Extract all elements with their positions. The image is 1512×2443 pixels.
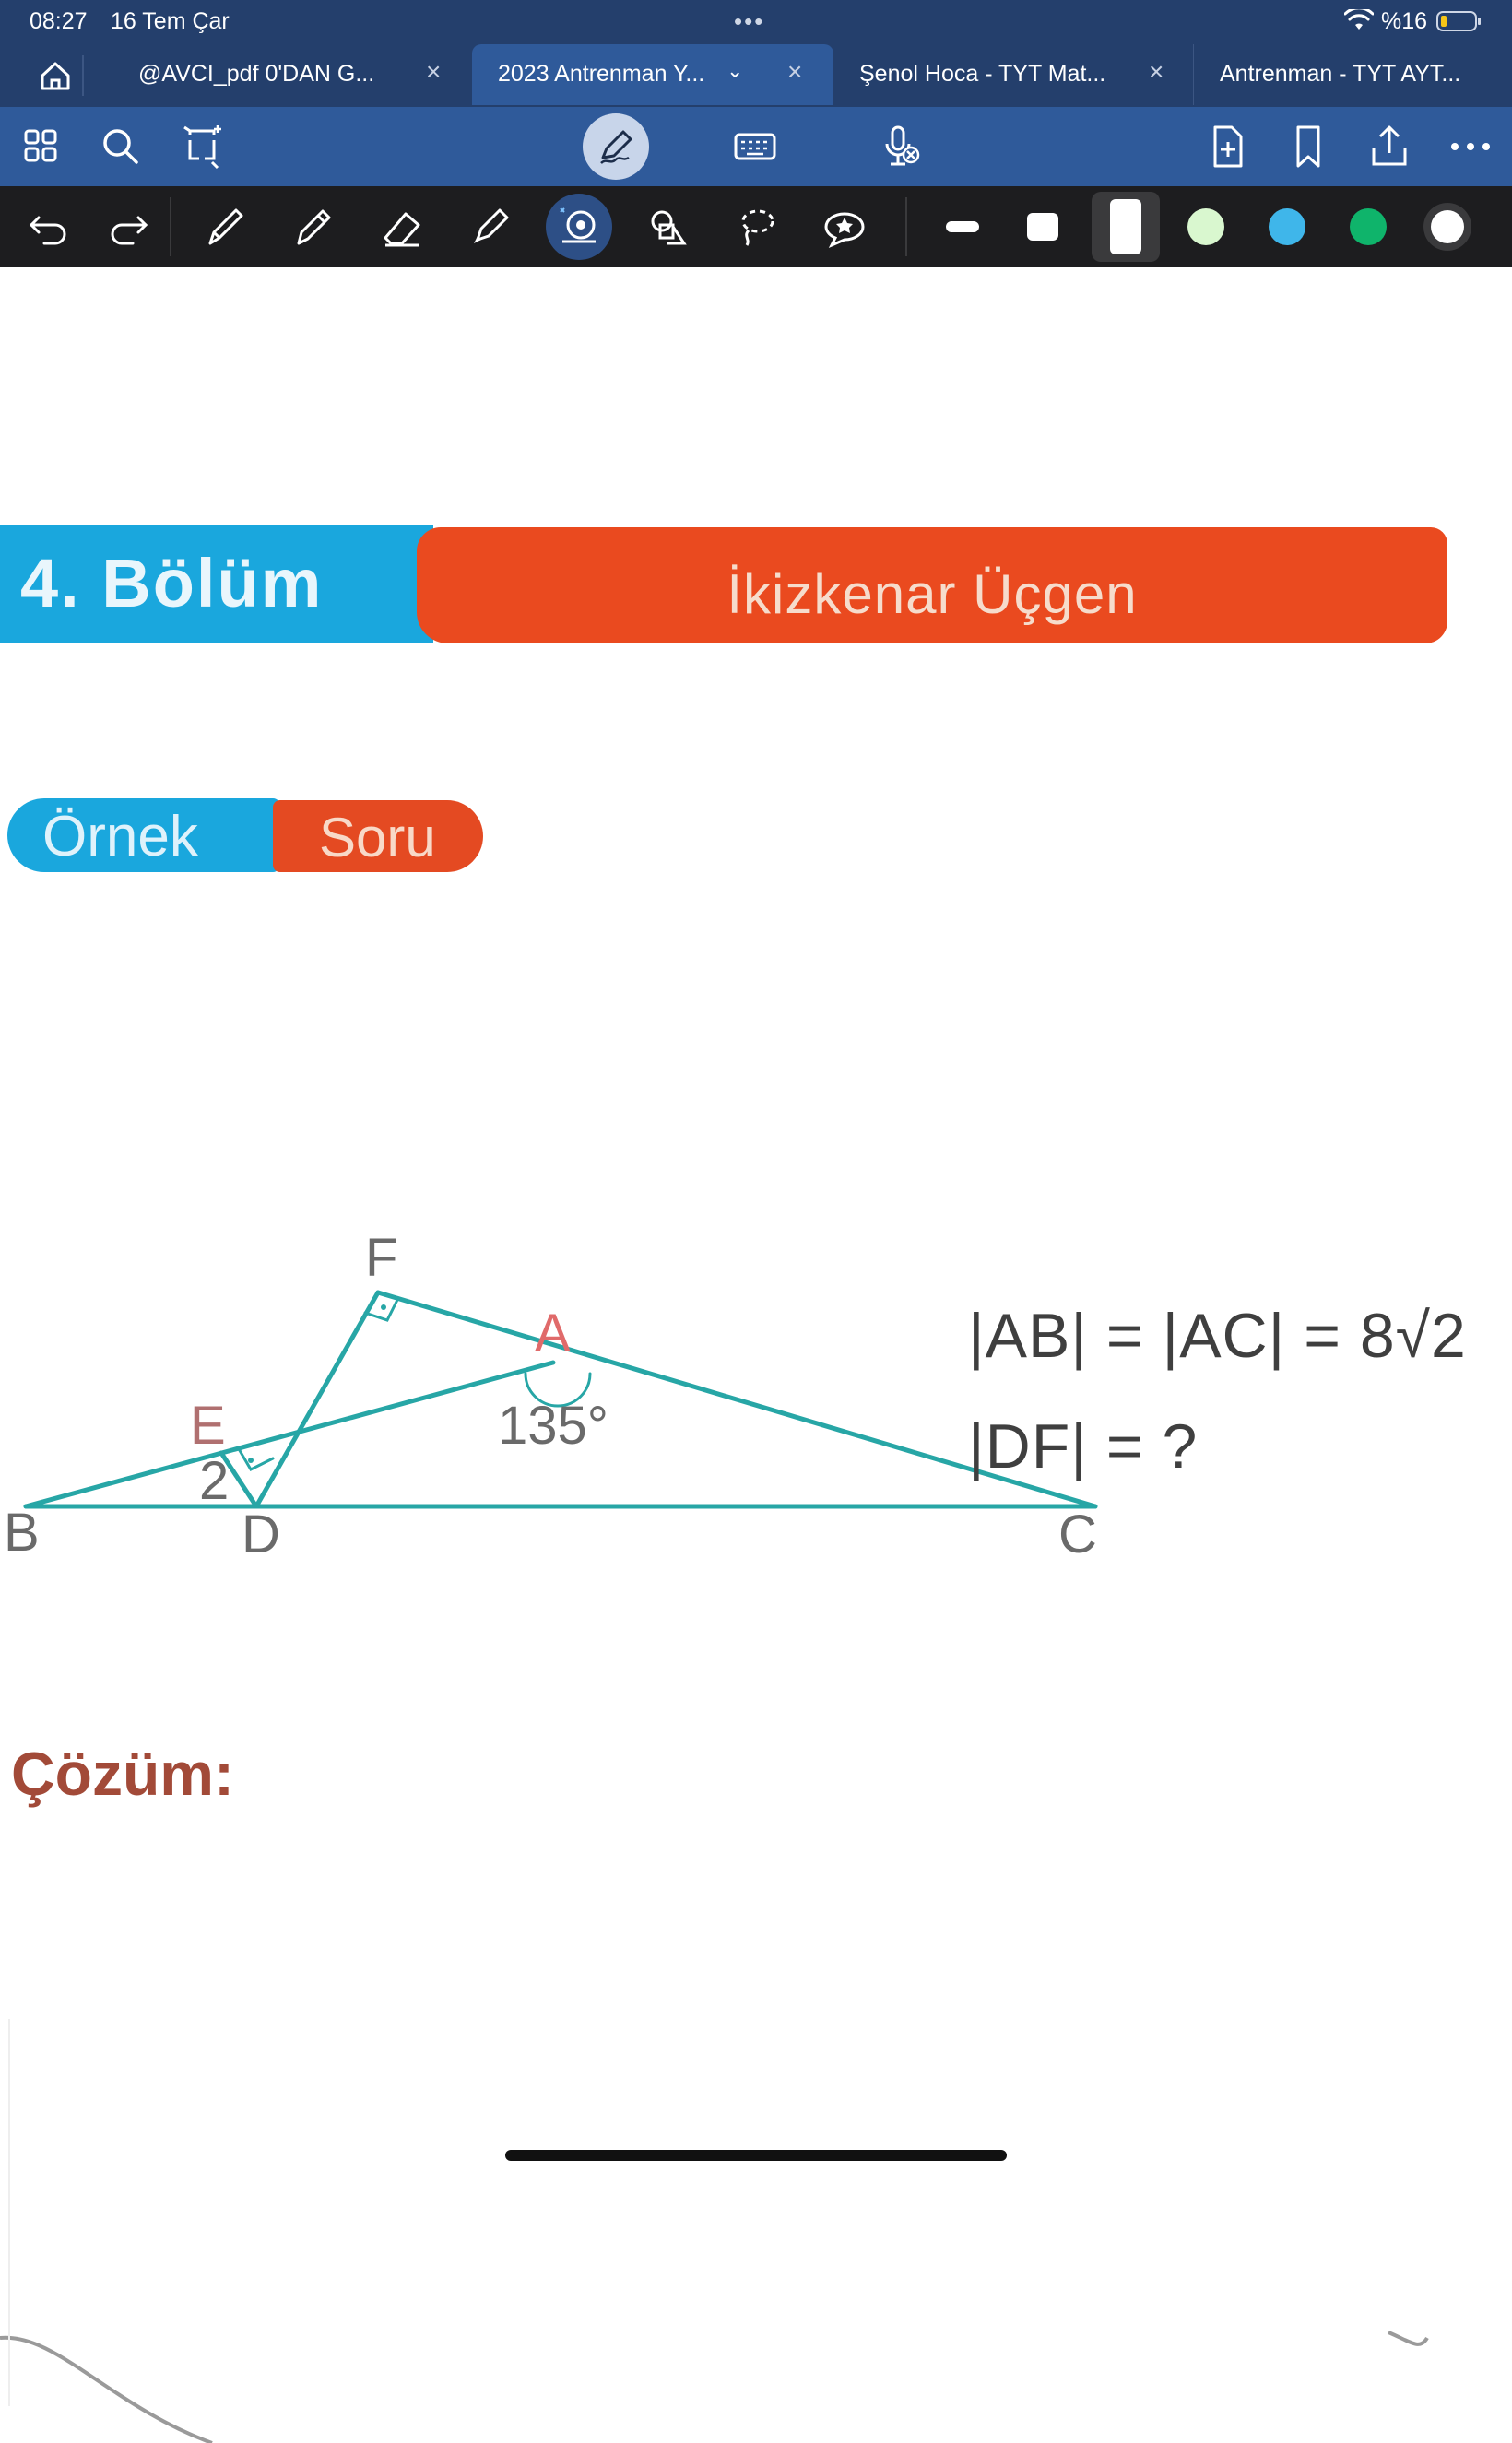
question-tag-label: Soru	[319, 807, 436, 868]
label-a: A	[535, 1304, 571, 1363]
share-icon[interactable]	[1363, 120, 1416, 173]
bookmark-icon[interactable]	[1282, 120, 1335, 173]
color-white[interactable]	[1431, 210, 1464, 243]
add-page-icon[interactable]	[1200, 120, 1254, 173]
color-light-green[interactable]	[1187, 208, 1224, 245]
angle-label: 135°	[498, 1396, 608, 1456]
pencil-icon[interactable]	[288, 201, 339, 253]
nav-toolbar	[0, 107, 1512, 186]
label-e: E	[190, 1396, 226, 1456]
redo-icon[interactable]	[103, 201, 155, 253]
given-equation-1: |AB| = |AC| = 8√2	[968, 1301, 1467, 1371]
wifi-icon	[1344, 9, 1374, 30]
tab-antrenman-2023[interactable]: 2023 Antrenman Y... ⌄ ×	[472, 44, 833, 105]
tab-avci-pdf[interactable]: @AVCI_pdf 0'DAN G... ×	[112, 44, 472, 105]
segment-fd	[254, 1290, 381, 1509]
size-medium[interactable]	[1027, 213, 1058, 241]
right-angle-dot-f	[381, 1304, 386, 1310]
pen-mode-icon	[600, 130, 632, 164]
tab-label: Şenol Hoca - TYT Mat...	[859, 61, 1106, 87]
grid-icon[interactable]	[15, 120, 68, 173]
tab-label: @AVCI_pdf 0'DAN G...	[138, 61, 375, 87]
close-icon[interactable]: ×	[787, 57, 802, 87]
status-date: 16 Tem Çar	[111, 8, 230, 34]
label-d: D	[242, 1505, 280, 1564]
tape-icon[interactable]	[553, 201, 605, 253]
tab-antrenman-tyt-ayt[interactable]: Antrenman - TYT AYT...	[1193, 44, 1512, 105]
drawing-toolbar	[0, 186, 1512, 267]
sticker-icon[interactable]	[819, 201, 870, 253]
size-large[interactable]	[1110, 199, 1141, 254]
given-equation-2: |DF| = ?	[968, 1411, 1199, 1481]
length-label: 2	[199, 1451, 229, 1511]
label-f: F	[365, 1228, 397, 1288]
close-icon[interactable]: ×	[1149, 57, 1164, 87]
home-icon[interactable]	[26, 55, 85, 96]
battery-percent: %16	[1381, 8, 1428, 34]
label-b: B	[4, 1503, 40, 1563]
size-small[interactable]	[946, 221, 979, 232]
topic-title: İkizkenar Üçgen	[726, 563, 1138, 625]
pen-icon[interactable]	[199, 201, 251, 253]
example-tag-label: Örnek	[42, 805, 198, 868]
mic-icon[interactable]	[874, 120, 927, 173]
close-icon[interactable]: ×	[426, 57, 441, 87]
right-angle-dot-e	[248, 1458, 254, 1463]
toolbar-divider	[170, 197, 171, 256]
tab-senol-hoca[interactable]: Şenol Hoca - TYT Mat... ×	[833, 44, 1193, 105]
shapes-icon[interactable]	[642, 201, 693, 253]
status-time: 08:27	[30, 8, 88, 34]
section-title: 4. Bölüm	[20, 545, 324, 621]
tab-label: 2023 Antrenman Y...	[498, 61, 705, 87]
color-green[interactable]	[1350, 208, 1387, 245]
more-icon[interactable]	[1444, 120, 1497, 173]
tab-label: Antrenman - TYT AYT...	[1220, 61, 1461, 87]
highlighter-icon[interactable]	[465, 201, 516, 253]
tab-bar: @AVCI_pdf 0'DAN G... × 2023 Antrenman Y.…	[0, 42, 1512, 107]
keyboard-icon[interactable]	[728, 120, 782, 173]
eraser-icon[interactable]	[376, 201, 428, 253]
chevron-down-icon[interactable]: ⌄	[726, 59, 743, 83]
multitask-dots[interactable]: •••	[734, 7, 764, 36]
segment-ba	[23, 1360, 556, 1509]
label-c: C	[1058, 1505, 1097, 1564]
color-light-blue[interactable]	[1269, 208, 1305, 245]
status-bar: 08:27 16 Tem Çar ••• %16	[0, 0, 1512, 42]
search-icon[interactable]	[94, 120, 148, 173]
undo-icon[interactable]	[22, 201, 74, 253]
home-indicator[interactable]	[505, 2150, 1007, 2161]
crop-icon[interactable]	[175, 120, 229, 173]
document-page[interactable]: 4. Bölüm İkizkenar Üçgen Örnek Soru F A …	[0, 267, 1512, 2443]
triangle-figure: F A E B D C 135° 2	[4, 1228, 1098, 1564]
pen-mode-button[interactable]	[583, 113, 649, 180]
page-curl	[0, 2019, 1429, 2443]
battery-icon	[1436, 11, 1481, 31]
toolbar-divider	[905, 197, 907, 256]
solution-label: Çözüm:	[11, 1740, 234, 1808]
lasso-icon[interactable]	[730, 201, 782, 253]
